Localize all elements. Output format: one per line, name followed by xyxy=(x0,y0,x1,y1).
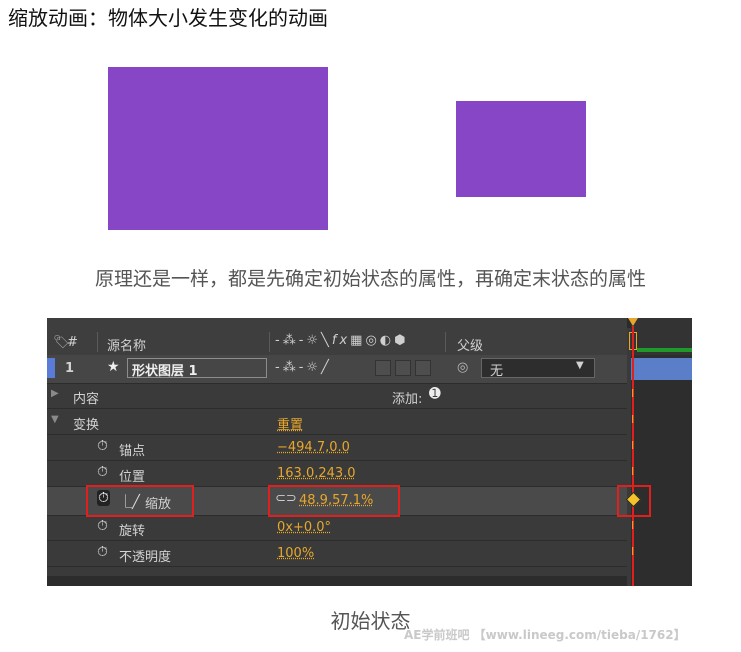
chevron-down-icon[interactable]: ▼ xyxy=(576,360,584,371)
star-icon: ★ xyxy=(107,359,120,375)
page-heading: 缩放动画：物体大小发生变化的动画 xyxy=(8,6,328,30)
property-row-position[interactable]: ⏱ 位置 163.0,243.0 xyxy=(47,461,627,487)
watermark: AE学前班吧 【www.lineeg.com/tieba/1762】 xyxy=(404,628,686,642)
in-point-marker: I xyxy=(631,387,635,400)
divider xyxy=(269,332,270,352)
stopwatch-icon[interactable]: ⏱ xyxy=(97,438,108,454)
switches-icons[interactable]: -⁂-☼╲fx▦◎◐⬢ xyxy=(275,333,408,348)
property-name: 旋转 xyxy=(119,524,146,539)
highlight-scale-name xyxy=(86,485,194,517)
property-row-opacity[interactable]: ⏱ 不透明度 100% xyxy=(47,541,627,567)
layer-name: 形状图层 1 xyxy=(132,364,198,379)
large-purple-rectangle xyxy=(108,67,328,230)
column-source-name[interactable]: 源名称 xyxy=(107,335,146,354)
property-value[interactable]: 100% xyxy=(277,546,314,561)
property-name: 不透明度 xyxy=(119,550,172,565)
property-row-anchor[interactable]: ⏱ 锚点 −494.7,0.0 xyxy=(47,435,627,461)
contents-label: 内容 xyxy=(73,392,100,407)
layer-row[interactable]: 1 ★ 形状图层 1 -⁂-☼╱ ◎ 无 ▼ xyxy=(47,355,627,384)
property-value[interactable]: 0x+0.0° xyxy=(277,520,331,535)
divider xyxy=(97,332,98,352)
principle-text: 原理还是一样，都是先确定初始状态的属性，再确定末状态的属性 xyxy=(94,268,646,290)
in-point-marker: I xyxy=(631,465,635,478)
property-value[interactable]: −494.7,0.0 xyxy=(277,440,350,455)
transform-label: 变换 xyxy=(73,418,100,433)
property-name: 锚点 xyxy=(119,444,146,459)
layer-toggles[interactable] xyxy=(375,360,431,376)
small-purple-rectangle xyxy=(456,101,586,197)
highlight-keyframe xyxy=(617,485,651,517)
column-number[interactable]: # xyxy=(67,335,78,350)
work-area-bar xyxy=(637,348,692,352)
stopwatch-icon[interactable]: ⏱ xyxy=(97,464,108,480)
property-value[interactable]: 163.0,243.0 xyxy=(277,466,356,481)
in-point-marker: I xyxy=(631,439,635,452)
in-point-marker: I xyxy=(631,545,635,558)
timeline-panel: 🏷 # 源名称 -⁂-☼╲fx▦◎◐⬢ 父级 1 ★ 形状图层 1 -⁂-☼╱ … xyxy=(47,318,692,586)
layer-name-field[interactable]: 形状图层 1 xyxy=(127,358,267,379)
horizontal-scrollbar[interactable] xyxy=(47,576,627,586)
stopwatch-icon[interactable]: ⏱ xyxy=(97,518,108,534)
layer-switches[interactable]: -⁂-☼╱ xyxy=(275,360,332,375)
in-point-marker: I xyxy=(631,519,635,532)
column-header: 🏷 # 源名称 -⁂-☼╲fx▦◎◐⬢ 父级 xyxy=(47,318,627,355)
in-point-marker: I xyxy=(631,413,635,426)
transform-reset[interactable]: 重置 xyxy=(277,414,303,433)
collapse-triangle-icon[interactable]: ▼ xyxy=(51,414,59,425)
transform-row[interactable]: ▼ 变换 重置 xyxy=(47,409,627,435)
layer-label-color[interactable] xyxy=(47,358,55,378)
property-name: 位置 xyxy=(119,470,146,485)
highlight-scale-value xyxy=(268,485,400,517)
parent-dropdown[interactable]: 无 ▼ xyxy=(481,358,595,379)
playhead-handle-icon[interactable] xyxy=(628,318,638,326)
add-label[interactable]: 添加: xyxy=(392,388,422,407)
layer-index: 1 xyxy=(65,361,75,376)
contents-row[interactable]: ▶ 内容 添加: ➊ xyxy=(47,383,627,409)
timeline-area[interactable]: I I I I I I xyxy=(625,318,692,586)
property-row-rotation[interactable]: ⏱ 旋转 0x+0.0° xyxy=(47,515,627,541)
layer-duration-bar[interactable] xyxy=(631,358,692,380)
parent-value: 无 xyxy=(490,364,504,379)
divider xyxy=(445,332,446,352)
stopwatch-icon[interactable]: ⏱ xyxy=(97,544,108,560)
expand-triangle-icon[interactable]: ▶ xyxy=(51,388,59,399)
add-arrow-icon[interactable]: ➊ xyxy=(429,386,441,402)
pick-whip-icon[interactable]: ◎ xyxy=(457,360,468,375)
column-parent[interactable]: 父级 xyxy=(457,335,483,354)
